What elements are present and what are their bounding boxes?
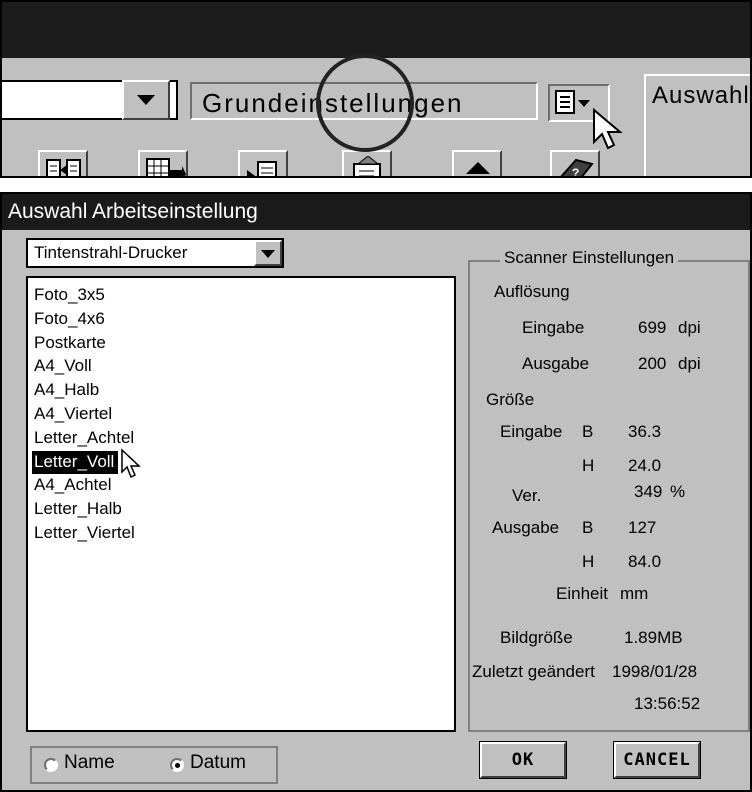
sort-by-name-radio[interactable] [44,758,58,772]
toolbar-button-eject[interactable] [452,150,502,176]
resolution-output-label: Ausgabe [522,354,590,373]
save-settings-icon [353,156,381,176]
list-item-selected[interactable]: Letter_Voll [32,450,119,475]
toolbar-button-grid[interactable] [138,150,188,176]
last-changed-date: 1998/01/28 [612,662,698,681]
transfer-icon [46,159,81,176]
size-label: Größe [486,390,535,409]
image-size-value: 1.89MB [624,628,683,647]
list-item[interactable]: Letter_Halb [32,498,454,522]
list-item[interactable]: Foto_4x6 [32,308,454,332]
highlight-circle [316,54,414,152]
work-settings-dialog: Auswahl Arbeitseinstellung Tintenstrahl-… [0,192,752,792]
sort-by-date-radio[interactable] [170,758,184,772]
settings-list[interactable]: Foto_3x5 Foto_4x6 Postkarte A4_Voll A4_H… [26,276,456,732]
printer-select-dropdown-button[interactable] [254,240,282,266]
resolution-output-unit: dpi [678,354,701,373]
dialog-title: Auswahl Arbeitseinstellung [2,194,750,230]
list-item[interactable]: A4_Achtel [32,474,454,498]
resolution-input-label: Eingabe [522,318,585,337]
toolbar-button-transfer[interactable] [38,150,88,176]
list-item[interactable]: A4_Viertel [32,403,454,427]
list-item[interactable]: Postkarte [32,332,454,356]
eject-icon [466,162,490,174]
magnification-label: Ver. [512,486,542,505]
size-output-label: Ausgabe [492,518,560,537]
svg-text:?: ? [572,166,579,178]
list-item[interactable]: A4_Halb [32,379,454,403]
sort-options: Name Datum [30,746,278,784]
image-size-label: Bildgröße [500,628,573,647]
last-changed-label: Zuletzt geändert [472,662,595,681]
size-output-b-value: 127 [628,518,657,537]
cancel-button[interactable]: CANCEL [613,741,701,779]
toolbar-button-save[interactable] [342,150,392,176]
list-item[interactable]: Letter_Achtel [32,427,454,451]
printer-type-select[interactable]: Tintenstrahl-Drucker [26,238,284,268]
help-book-icon: ? [560,158,594,178]
size-input-h-value: 24.0 [628,456,662,475]
chevron-down-icon [137,95,155,105]
mouse-pointer-icon [593,108,623,150]
resolution-output-value: 200 [638,354,667,373]
size-input-h-label: H [582,456,595,475]
grid-arrow-icon [146,158,186,176]
resolution-input-value: 699 [638,318,667,337]
resolution-label: Auflösung [494,282,570,301]
list-item[interactable]: A4_Voll [32,355,454,379]
chevron-down-icon [261,250,275,258]
profile-combo-dropdown-button[interactable] [122,80,170,120]
toolbar-button-list[interactable] [238,150,288,176]
size-input-b-label: B [582,422,594,441]
size-output-h-label: H [582,552,595,571]
magnification-unit: % [670,482,686,501]
last-changed-time: 13:56:52 [634,694,701,713]
sort-by-name-label: Name [64,752,115,773]
sort-by-date-label: Datum [190,752,246,773]
unit-value: mm [620,584,649,603]
size-output-b-label: B [582,518,594,537]
unit-label: Einheit [556,584,608,603]
list-play-icon [247,161,277,176]
toolbar-titlebar [2,2,750,58]
size-input-label: Eingabe [500,422,563,441]
mouse-pointer-icon [121,448,141,479]
selection-panel-label: Auswahl [652,82,750,109]
resolution-input-unit: dpi [678,318,701,337]
ok-button[interactable]: OK [479,741,567,779]
size-output-h-value: 84.0 [628,552,662,571]
list-item[interactable]: Foto_3x5 [32,284,454,308]
list-item[interactable]: Letter_Viertel [32,522,454,546]
magnification-value: 349 [634,482,663,501]
toolbar-button-help[interactable]: ? [550,150,600,178]
scanner-settings-title: Scanner Einstellungen [500,248,679,268]
size-input-b-value: 36.3 [628,422,662,441]
toolbar-panel: Grundeinstellungen Auswahl ? [0,0,752,178]
